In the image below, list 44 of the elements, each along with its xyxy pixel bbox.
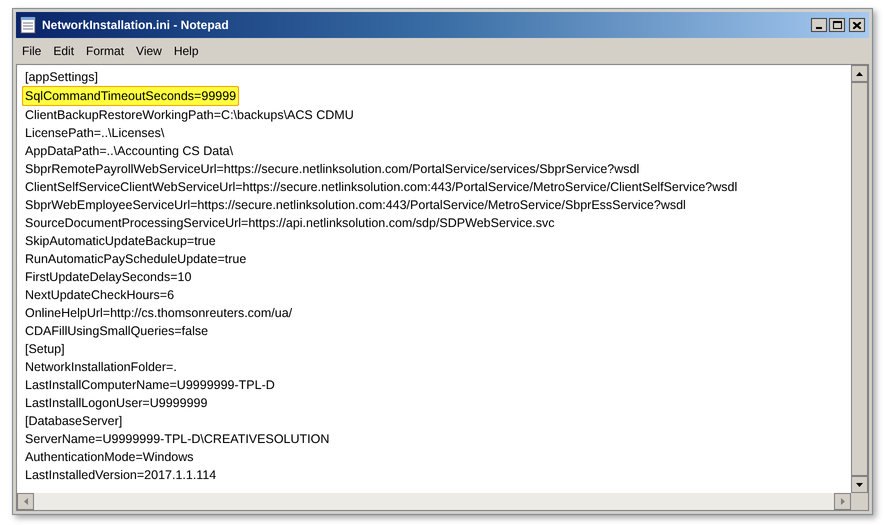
text-line: SourceDocumentProcessingServiceUrl=https://api.netlinksolution.com/sdp/SDPWebService.svc xyxy=(25,215,555,232)
menu-item[interactable]: Edit xyxy=(53,42,74,60)
text-line: SkipAutomaticUpdateBackup=true xyxy=(25,233,216,250)
text-line: ClientBackupRestoreWorkingPath=C:\backups\ACS CDMU xyxy=(25,107,354,124)
menu-item[interactable]: File xyxy=(22,42,42,60)
text-line: LastInstallComputerName=U9999999-TPL-D xyxy=(25,377,275,394)
text-line: OnlineHelpUrl=http://cs.thomsonreuters.com/ua/ xyxy=(25,305,292,322)
maximize-button[interactable] xyxy=(829,18,845,32)
text-line: FirstUpdateDelaySeconds=10 xyxy=(25,269,192,286)
horizontal-scrollbar[interactable] xyxy=(17,493,851,510)
text-line: ServerName=U9999999-TPL-D\CREATIVESOLUTION xyxy=(25,431,330,448)
menu-item[interactable]: Format xyxy=(86,42,124,60)
minimize-icon xyxy=(816,27,822,29)
scroll-down-button[interactable] xyxy=(851,476,868,493)
minimize-button[interactable] xyxy=(811,18,827,32)
text-line: LicensePath=..\Licenses\ xyxy=(25,125,164,142)
size-grip[interactable] xyxy=(851,493,868,510)
scroll-left-button[interactable] xyxy=(17,493,34,510)
maximize-icon xyxy=(832,21,842,29)
text-line: LastInstallLogonUser=U9999999 xyxy=(25,395,208,412)
text-line: SbprRemotePayrollWebServiceUrl=https://secure.netlinksolution.com/PortalService/services/SbprService?wsdl xyxy=(25,161,640,178)
text-line: [appSettings] xyxy=(25,69,98,86)
close-icon xyxy=(853,22,861,28)
text-line: AppDataPath=..\Accounting CS Data\ xyxy=(25,143,234,160)
left-arrow-icon xyxy=(24,498,28,505)
notepad-icon xyxy=(20,16,36,34)
down-arrow-icon xyxy=(856,482,863,486)
window-title: NetworkInstallation.ini - Notepad xyxy=(42,17,229,34)
text-line: RunAutomaticPayScheduleUpdate=true xyxy=(25,251,246,268)
text-line: CDAFillUsingSmallQueries=false xyxy=(25,323,208,340)
scroll-up-button[interactable] xyxy=(851,65,868,82)
text-line: LastInstalledVersion=2017.1.1.114 xyxy=(25,467,216,484)
text-line: ClientSelfServiceClientWebServiceUrl=https://secure.netlinksolution.com:443/PortalService/MetroService/ClientSelfService?wsdl xyxy=(25,179,738,196)
close-button[interactable] xyxy=(849,18,865,32)
text-line: [Setup] xyxy=(25,341,65,358)
text-line: NetworkInstallationFolder=. xyxy=(25,359,177,376)
text-line: SbprWebEmployeeServiceUrl=https://secure.netlinksolution.com:443/PortalService/MetroService/SbprEssService?wsdl xyxy=(25,197,686,214)
text-line: NextUpdateCheckHours=6 xyxy=(25,287,174,304)
text-line: [DatabaseServer] xyxy=(25,413,122,430)
menu-item[interactable]: Help xyxy=(174,42,199,60)
right-arrow-icon xyxy=(840,498,844,505)
text-line: AuthenticationMode=Windows xyxy=(25,449,194,466)
up-arrow-icon xyxy=(856,72,863,76)
menu-item[interactable]: View xyxy=(136,42,162,60)
